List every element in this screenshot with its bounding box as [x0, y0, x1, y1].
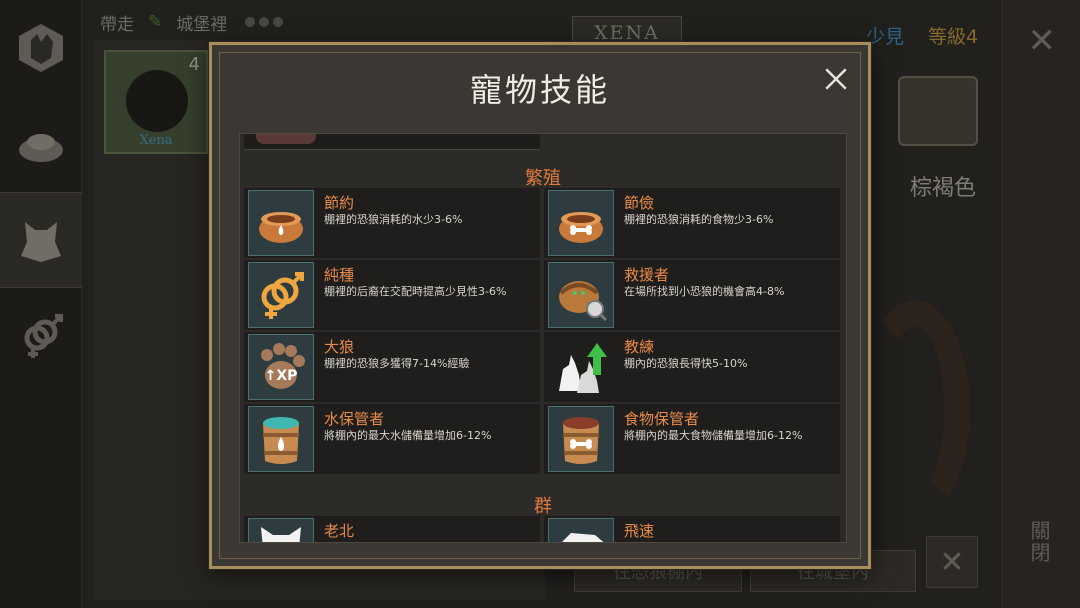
section-title-pack: 群 — [534, 496, 552, 517]
food-barrel-icon — [548, 406, 614, 472]
modal-close-button[interactable] — [820, 63, 852, 95]
skills-scroll-list[interactable]: 繁殖 節約 棚裡的恐狼消耗的水少3-6% 節儉 棚裡的恐狼消耗的食物少3-6% … — [239, 133, 847, 543]
skill-card[interactable]: 水保管者 將棚內的最大水儲備量增加6-12% — [244, 404, 540, 474]
skill-card[interactable]: 節儉 棚裡的恐狼消耗的食物少3-6% — [544, 188, 840, 258]
pet-skills-modal: 寵物技能 繁殖 節約 棚裡的恐狼消耗的水少3-6% 節儉 棚裡的恐狼消耗的食物少… — [209, 42, 871, 569]
food-bowl-icon — [548, 190, 614, 256]
skill-name: 食物保管者 — [624, 410, 700, 428]
skill-desc: 棚內的恐狼長得快5-10% — [624, 357, 748, 370]
skill-desc: 棚裡的恐狼消耗的食物少3-6% — [624, 213, 774, 226]
skill-card[interactable]: 救援者 在場所找到小恐狼的機會高4-8% — [544, 260, 840, 330]
skill-desc: 在場所找到小恐狼的機會高4-8% — [624, 285, 785, 298]
skill-desc: 棚裡的恐狼消耗的水少3-6% — [324, 213, 463, 226]
skill-name: 節儉 — [624, 194, 655, 212]
previous-row-peek — [244, 134, 540, 150]
skill-card[interactable]: 老北 — [244, 516, 540, 542]
skill-desc: 將棚內的最大水儲備量增加6-12% — [324, 429, 492, 442]
wolf-run-icon — [548, 518, 614, 542]
skill-name: 老北 — [324, 522, 355, 540]
gender-icon — [248, 262, 314, 328]
wolf-growth-icon — [548, 334, 614, 400]
basket-search-icon — [548, 262, 614, 328]
water-bowl-icon — [248, 190, 314, 256]
skill-name: 救援者 — [624, 266, 670, 284]
section-title-breeding: 繁殖 — [525, 168, 561, 189]
water-barrel-icon — [248, 406, 314, 472]
skill-card[interactable]: 教練 棚內的恐狼長得快5-10% — [544, 332, 840, 402]
skill-desc: 將棚內的最大食物儲備量增加6-12% — [624, 429, 803, 442]
skill-desc: 棚裡的后裔在交配時提高少見性3-6% — [324, 285, 507, 298]
skill-desc: 棚裡的恐狼多獲得7-14%經驗 — [324, 357, 470, 370]
modal-title: 寵物技能 — [469, 71, 610, 109]
wolf-head-icon — [248, 518, 314, 542]
skill-card[interactable]: 節約 棚裡的恐狼消耗的水少3-6% — [244, 188, 540, 258]
close-icon — [825, 68, 847, 90]
svg-text:↑XP: ↑XP — [265, 368, 298, 384]
skill-card[interactable]: 飛速 — [544, 516, 840, 542]
skill-name: 飛速 — [624, 522, 655, 540]
partial-icon — [256, 134, 316, 144]
skill-name: 大狼 — [324, 338, 355, 356]
skill-name: 節約 — [324, 194, 355, 212]
skill-card[interactable]: ↑XP 大狼 棚裡的恐狼多獲得7-14%經驗 — [244, 332, 540, 402]
skill-card[interactable]: 食物保管者 將棚內的最大食物儲備量增加6-12% — [544, 404, 840, 474]
paw-xp-icon: ↑XP — [248, 334, 314, 400]
skill-name: 純種 — [324, 266, 355, 284]
skill-name: 水保管者 — [324, 410, 385, 428]
skill-name: 教練 — [624, 338, 655, 356]
skill-card[interactable]: 純種 棚裡的后裔在交配時提高少見性3-6% — [244, 260, 540, 330]
